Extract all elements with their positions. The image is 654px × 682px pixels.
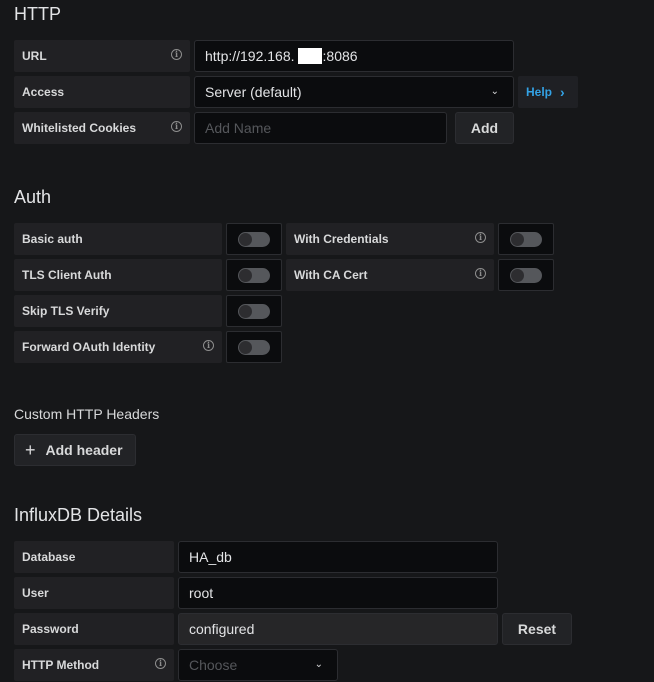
cookies-label-text: Whitelisted Cookies [22, 121, 137, 135]
toggle-switch[interactable] [510, 232, 542, 247]
with-ca-cert-text: With CA Cert [294, 268, 368, 282]
help-label: Help [526, 85, 553, 99]
with-ca-cert-label: With CA Cert i [286, 259, 494, 291]
info-icon[interactable]: i [171, 49, 182, 60]
access-value: Server (default) [205, 84, 302, 100]
toggle-switch[interactable] [238, 304, 270, 319]
add-header-button[interactable]: + Add header [14, 434, 136, 466]
password-label-text: Password [22, 622, 79, 636]
info-icon[interactable]: i [155, 658, 166, 669]
with-credentials-toggle[interactable] [498, 223, 554, 255]
database-value: HA_db [189, 549, 232, 565]
tls-client-auth-text: TLS Client Auth [22, 268, 112, 282]
help-button[interactable]: Help › [518, 76, 578, 108]
basic-auth-toggle[interactable] [226, 223, 282, 255]
redaction-mark [298, 48, 322, 64]
toggle-knob [239, 305, 252, 318]
user-value: root [189, 585, 214, 601]
user-label: User [14, 577, 174, 609]
forward-oauth-toggle[interactable] [226, 331, 282, 363]
forward-oauth-text: Forward OAuth Identity [22, 340, 156, 354]
url-label-text: URL [22, 49, 47, 63]
url-input[interactable]: http://192.168. :8086 [194, 40, 514, 72]
toggle-knob [239, 233, 252, 246]
http-method-label: HTTP Method i [14, 649, 174, 681]
password-input: configured [178, 613, 498, 645]
plus-icon: + [25, 439, 36, 460]
info-icon[interactable]: i [475, 268, 486, 279]
cookies-input[interactable]: Add Name [194, 112, 447, 144]
basic-auth-text: Basic auth [22, 232, 83, 246]
section-title-custom-headers: Custom HTTP Headers [14, 406, 160, 422]
http-method-select[interactable]: Choose ⌄ [178, 649, 338, 681]
forward-oauth-label: Forward OAuth Identity i [14, 331, 222, 363]
access-select[interactable]: Server (default) ⌄ [194, 76, 514, 108]
section-title-http: HTTP [14, 4, 61, 24]
chevron-down-icon: ⌄ [314, 659, 323, 670]
access-label: Access [14, 76, 190, 108]
toggle-knob [239, 341, 252, 354]
toggle-switch[interactable] [238, 232, 270, 247]
user-label-text: User [22, 586, 49, 600]
http-method-label-text: HTTP Method [22, 658, 100, 672]
url-value: http://192.168. :8086 [205, 48, 358, 64]
http-method-placeholder: Choose [189, 657, 238, 673]
reset-password-button[interactable]: Reset [502, 613, 572, 645]
info-icon[interactable]: i [171, 121, 182, 132]
with-credentials-text: With Credentials [294, 232, 389, 246]
section-title-influxdb: InfluxDB Details [14, 505, 143, 525]
user-input[interactable]: root [178, 577, 498, 609]
basic-auth-label: Basic auth [14, 223, 222, 255]
toggle-switch[interactable] [238, 268, 270, 283]
chevron-right-icon: › [560, 84, 565, 100]
toggle-switch[interactable] [238, 340, 270, 355]
toggle-switch[interactable] [510, 268, 542, 283]
password-value: configured [189, 621, 255, 637]
skip-tls-verify-text: Skip TLS Verify [22, 304, 110, 318]
skip-tls-verify-label: Skip TLS Verify [14, 295, 222, 327]
chevron-down-icon: ⌄ [490, 86, 499, 97]
skip-tls-verify-toggle[interactable] [226, 295, 282, 327]
database-input[interactable]: HA_db [178, 541, 498, 573]
tls-client-auth-toggle[interactable] [226, 259, 282, 291]
info-icon[interactable]: i [475, 232, 486, 243]
database-label-text: Database [22, 550, 76, 564]
add-cookie-button[interactable]: Add [455, 112, 514, 144]
cookies-label: Whitelisted Cookies i [14, 112, 190, 144]
with-ca-cert-toggle[interactable] [498, 259, 554, 291]
section-title-auth: Auth [14, 187, 52, 207]
with-credentials-label: With Credentials i [286, 223, 494, 255]
tls-client-auth-label: TLS Client Auth [14, 259, 222, 291]
database-label: Database [14, 541, 174, 573]
url-label: URL i [14, 40, 190, 72]
info-icon[interactable]: i [203, 340, 214, 351]
toggle-knob [511, 233, 524, 246]
toggle-knob [511, 269, 524, 282]
add-header-label: Add header [45, 442, 123, 458]
password-label: Password [14, 613, 174, 645]
toggle-knob [239, 269, 252, 282]
cookies-placeholder: Add Name [205, 120, 272, 136]
access-label-text: Access [22, 85, 65, 99]
